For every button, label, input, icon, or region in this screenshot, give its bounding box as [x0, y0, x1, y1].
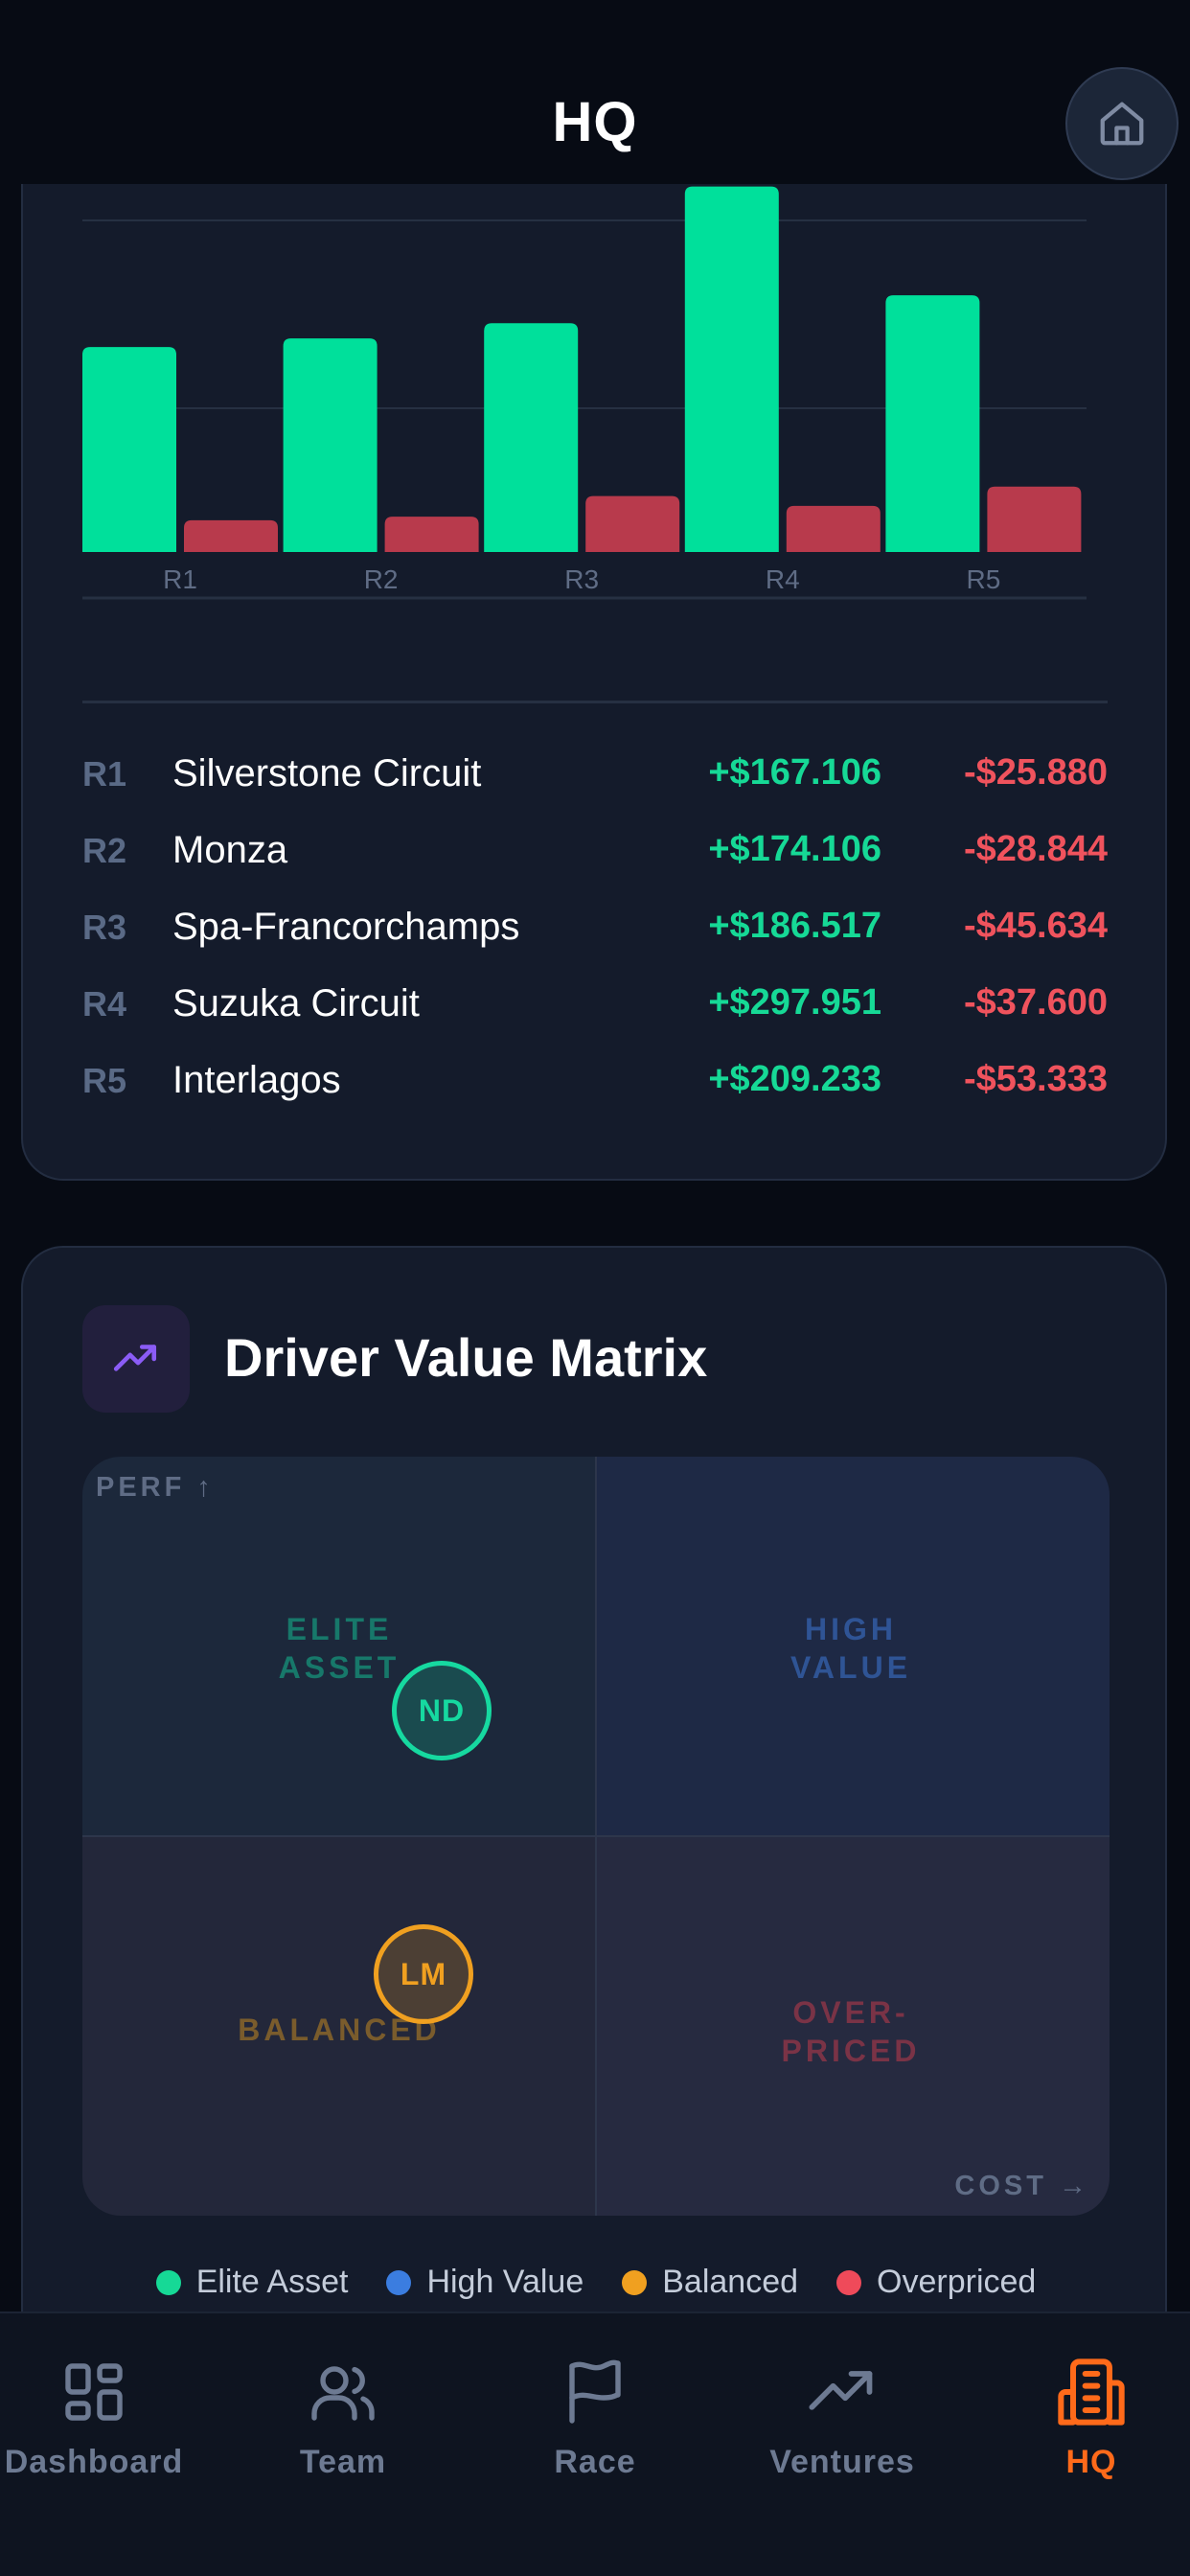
round-id: R3	[82, 908, 127, 947]
round-id: R1	[82, 754, 127, 794]
legend-label: Balanced	[662, 2264, 799, 2300]
round-cost: -$53.333	[963, 1059, 1108, 1099]
income-bar	[484, 323, 579, 552]
x-tick-label: R4	[766, 564, 800, 594]
round-id: R5	[82, 1061, 127, 1100]
nav-label: Ventures	[769, 2444, 915, 2480]
driver-initials: LM	[400, 1956, 447, 1991]
nav-label: Race	[554, 2444, 636, 2480]
home-button[interactable]	[1065, 67, 1179, 180]
x-tick-label: R3	[564, 564, 599, 594]
round-income: +$186.517	[708, 906, 881, 946]
driver-marker-nd[interactable]: ND	[392, 1661, 492, 1760]
flag-icon	[476, 2346, 714, 2438]
round-cost: -$25.880	[963, 752, 1108, 793]
table-row[interactable]: R2 Monza +$174.106 -$28.844	[82, 819, 1108, 896]
round-income: +$209.233	[708, 1059, 881, 1099]
round-cost: -$45.634	[963, 906, 1108, 946]
cost-axis-label: COST →	[954, 2171, 1090, 2201]
legend-swatch	[836, 2269, 862, 2295]
legend-item: High Value	[386, 2264, 584, 2301]
nav-label: Dashboard	[4, 2444, 184, 2480]
trending-up-icon	[723, 2346, 961, 2438]
overpriced-label: OVER- PRICED	[707, 1993, 995, 2070]
x-tick-label: R5	[967, 564, 1001, 594]
matrix-legend: Elite Asset High Value Balanced Overpric…	[23, 2264, 1169, 2301]
nav-label: HQ	[1065, 2444, 1117, 2480]
table-row[interactable]: R3 Spa-Francorchamps +$186.517 -$45.634	[82, 896, 1108, 973]
legend-item: Balanced	[622, 2264, 798, 2301]
round-name: Suzuka Circuit	[172, 982, 420, 1024]
nav-dashboard[interactable]: Dashboard	[0, 2346, 213, 2481]
income-bar	[283, 338, 378, 552]
nav-race[interactable]: Race	[476, 2346, 714, 2481]
legend-label: Overpriced	[877, 2264, 1037, 2300]
rounds-table: R1 Silverstone Circuit +$167.106 -$25.88…	[82, 743, 1108, 1126]
users-icon	[224, 2346, 462, 2438]
round-name: Spa-Francorchamps	[172, 906, 520, 948]
building-icon	[973, 2346, 1190, 2438]
round-cost: -$28.844	[963, 829, 1108, 869]
table-row[interactable]: R4 Suzuka Circuit +$297.951 -$37.600	[82, 973, 1108, 1049]
home-icon	[1100, 102, 1144, 146]
legend-swatch	[386, 2269, 412, 2295]
round-income: +$167.106	[708, 752, 881, 793]
page-title: HQ	[552, 91, 638, 153]
legend-label: Elite Asset	[195, 2264, 349, 2300]
cost-bar	[184, 519, 278, 552]
round-income: +$297.951	[708, 982, 881, 1023]
matrix-title: Driver Value Matrix	[224, 1327, 708, 1388]
cost-bar	[384, 517, 479, 552]
round-cost: -$37.600	[963, 982, 1108, 1023]
legend-swatch	[622, 2269, 648, 2295]
top-bar: HQ	[0, 67, 1190, 184]
income-cost-chart: R1 R2 R3 R4 R5	[59, 184, 1110, 615]
nav-ventures[interactable]: Ventures	[723, 2346, 961, 2481]
bottom-navigation: Dashboard Team Race Ventures HQ	[0, 2312, 1190, 2576]
income-bar	[82, 347, 176, 552]
driver-marker-lm[interactable]: LM	[374, 1924, 473, 2024]
elite-line1: ELITE	[286, 1612, 393, 1646]
table-row[interactable]: R5 Interlagos +$209.233 -$53.333	[82, 1049, 1108, 1126]
legend-label: High Value	[426, 2264, 584, 2300]
nav-team[interactable]: Team	[224, 2346, 462, 2481]
trending-up-icon	[82, 1305, 190, 1413]
chart-svg: R1 R2 R3 R4 R5	[82, 186, 1087, 600]
cost-bar	[585, 495, 680, 552]
round-id: R2	[82, 831, 127, 870]
over-line1: OVER-	[792, 1995, 909, 2030]
cost-bar	[786, 505, 881, 552]
income-bar	[885, 295, 980, 552]
income-bar	[684, 186, 779, 552]
high-line2: VALUE	[790, 1650, 912, 1685]
over-line2: PRICED	[781, 2034, 921, 2068]
x-tick-label: R1	[163, 564, 197, 594]
matrix-horizontal-divider	[82, 1835, 1110, 1837]
legend-item: Elite Asset	[155, 2264, 349, 2301]
round-name: Silverstone Circuit	[172, 752, 482, 794]
perf-axis-label: PERF ↑	[96, 1472, 215, 1503]
cost-bar	[987, 486, 1082, 552]
nav-hq[interactable]: HQ	[973, 2346, 1190, 2481]
grid-icon	[0, 2346, 213, 2438]
table-row[interactable]: R1 Silverstone Circuit +$167.106 -$25.88…	[82, 743, 1108, 819]
round-income: +$174.106	[708, 829, 881, 869]
driver-initials: ND	[418, 1692, 466, 1728]
nav-label: Team	[299, 2444, 387, 2480]
high-line1: HIGH	[805, 1612, 897, 1646]
x-tick-label: R2	[364, 564, 399, 594]
round-id: R4	[82, 984, 127, 1024]
high-value-label: HIGH VALUE	[707, 1610, 995, 1687]
legend-item: Overpriced	[836, 2264, 1036, 2301]
round-name: Interlagos	[172, 1059, 341, 1101]
legend-swatch	[155, 2269, 181, 2295]
round-name: Monza	[172, 829, 288, 871]
table-divider	[82, 701, 1108, 703]
value-matrix-grid: PERF ↑ COST → ELITE ASSET HIGH VALUE BAL…	[82, 1457, 1110, 2216]
